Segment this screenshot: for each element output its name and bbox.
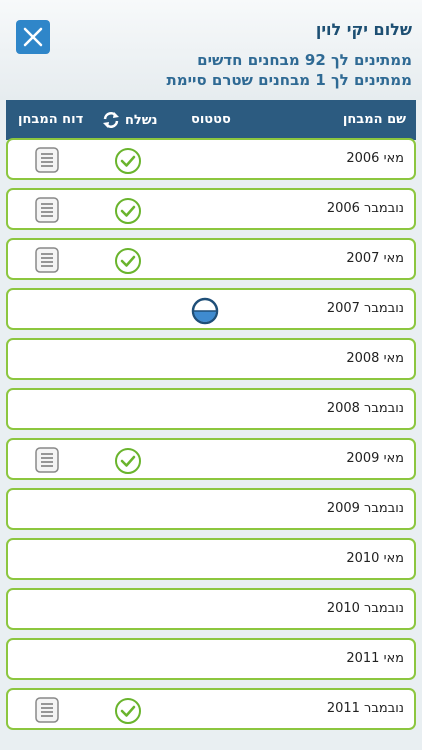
check-circle-icon [114, 697, 142, 729]
test-name: מאי 2006 [346, 151, 404, 166]
table-row[interactable]: מאי 2008 [6, 338, 416, 380]
test-name: נובמבר 2007 [326, 301, 404, 316]
test-name: מאי 2011 [346, 651, 404, 666]
test-name: נובמבר 2009 [326, 501, 404, 516]
table-row[interactable]: נובמבר 2011 [6, 688, 416, 730]
test-name: נובמבר 2006 [326, 201, 404, 216]
test-name: מאי 2007 [346, 251, 404, 266]
test-name: מאי 2009 [346, 451, 404, 466]
document-icon[interactable] [35, 697, 59, 727]
check-circle-icon [114, 147, 142, 179]
document-icon[interactable] [35, 197, 59, 227]
table-row[interactable]: נובמבר 2008 [6, 388, 416, 430]
check-circle-icon [114, 247, 142, 279]
test-name: נובמבר 2008 [326, 401, 404, 416]
test-name: מאי 2008 [346, 351, 404, 366]
check-circle-icon [114, 447, 142, 479]
document-icon[interactable] [35, 147, 59, 177]
table-row[interactable]: נובמבר 2007 [6, 288, 416, 330]
check-circle-icon [114, 197, 142, 229]
table-row[interactable]: מאי 2011 [6, 638, 416, 680]
test-name: נובמבר 2010 [326, 601, 404, 616]
table-row[interactable]: נובמבר 2010 [6, 588, 416, 630]
test-list: מאי 2006 נובמבר 2006 מאי 2007 נובמבר 2007 מא… [0, 0, 422, 750]
document-icon[interactable] [35, 247, 59, 277]
table-row[interactable]: נובמבר 2006 [6, 188, 416, 230]
test-name: מאי 2010 [346, 551, 404, 566]
table-row[interactable]: מאי 2007 [6, 238, 416, 280]
table-row[interactable]: נובמבר 2009 [6, 488, 416, 530]
test-name: נובמבר 2011 [326, 701, 404, 716]
half-circle-icon [191, 297, 219, 329]
table-row[interactable]: מאי 2006 [6, 138, 416, 180]
table-row[interactable]: מאי 2010 [6, 538, 416, 580]
table-row[interactable]: מאי 2009 [6, 438, 416, 480]
document-icon[interactable] [35, 447, 59, 477]
